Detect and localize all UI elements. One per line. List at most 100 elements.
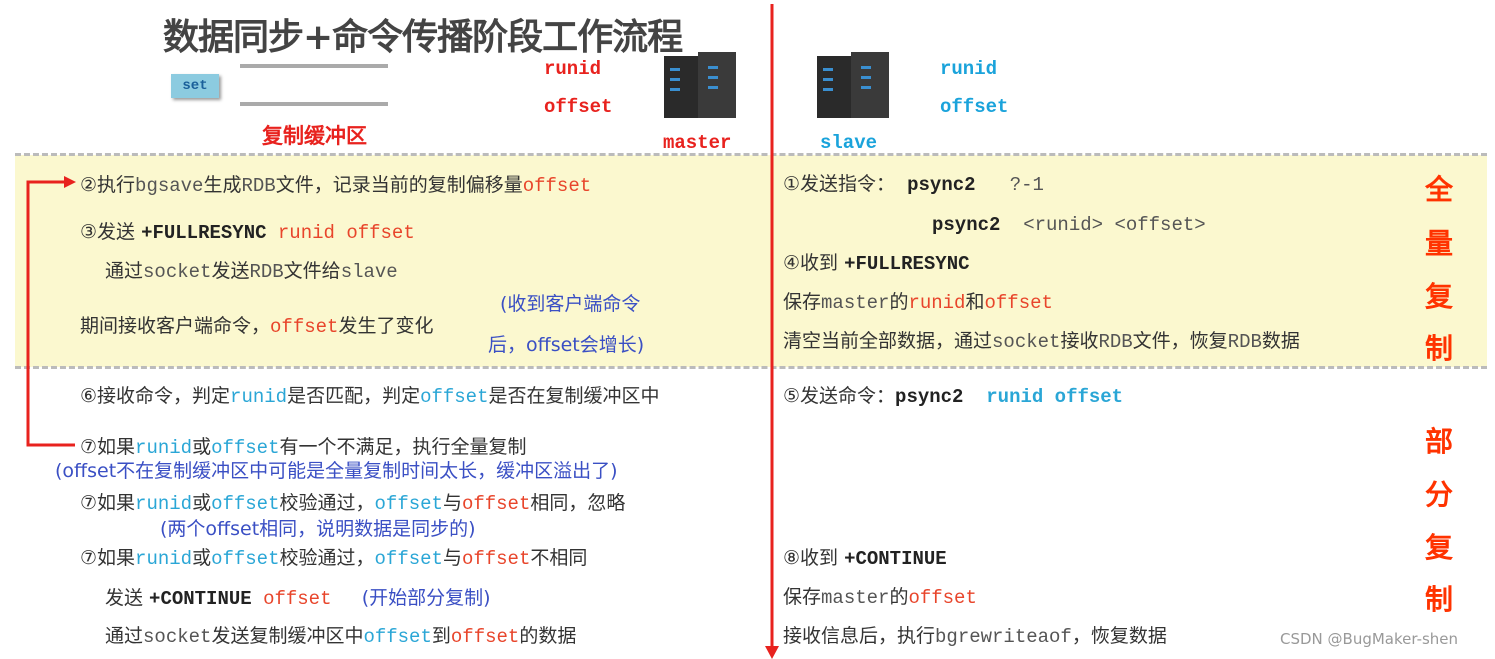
text-segment: offset bbox=[211, 493, 280, 515]
text-segment: 相同，忽略 bbox=[530, 492, 626, 514]
text-segment: 生成 bbox=[203, 174, 242, 196]
text-segment: 保存 bbox=[783, 291, 822, 313]
text-segment: offset bbox=[984, 292, 1053, 314]
text-segment: runid bbox=[135, 493, 193, 515]
text-segment: 发生了变化 bbox=[338, 315, 434, 337]
text-segment: RDB bbox=[1227, 331, 1262, 353]
text-segment: offset bbox=[374, 493, 443, 515]
text-segment: ⑦如果 bbox=[80, 492, 136, 514]
step-line: 接收信息后，执行bgrewriteaof，恢复数据 bbox=[783, 624, 1167, 648]
text-segment: socket bbox=[992, 331, 1061, 353]
text-segment: 与 bbox=[442, 492, 462, 514]
text-segment: master bbox=[821, 292, 890, 314]
text-segment: 保存 bbox=[783, 586, 822, 608]
step-line: ①发送指令： psync2 ?-1 bbox=[783, 172, 1044, 196]
text-segment: ⑦如果 bbox=[80, 547, 136, 569]
text-segment: 发送 bbox=[211, 260, 250, 282]
text-segment: RDB bbox=[249, 261, 284, 283]
text-segment: +CONTINUE bbox=[149, 588, 264, 610]
loop-arrowhead bbox=[64, 176, 76, 188]
text-segment: runid bbox=[908, 292, 966, 314]
text-segment: offset bbox=[363, 626, 432, 648]
text-segment: 的 bbox=[889, 586, 909, 608]
text-segment: (开始部分复制) bbox=[361, 587, 491, 609]
text-segment: ⑦如果 bbox=[80, 436, 136, 458]
side-full-4: 制 bbox=[1425, 332, 1454, 365]
text-segment: offset bbox=[374, 548, 443, 570]
step-line: 保存master的runid和offset bbox=[783, 290, 1053, 314]
step-line: ⑧收到 +CONTINUE bbox=[783, 546, 947, 570]
text-segment bbox=[332, 587, 362, 609]
text-segment: (offset不在复制缓冲区中可能是全量复制时间太长，缓冲区溢出了) bbox=[55, 460, 618, 482]
text-segment: 接收 bbox=[1060, 330, 1099, 352]
text-segment: ③发送 bbox=[80, 221, 142, 243]
text-segment: 和 bbox=[965, 291, 985, 313]
step-line: ②执行bgsave生成RDB文件，记录当前的复制偏移量offset bbox=[80, 173, 591, 197]
text-segment: 是否在复制缓冲区中 bbox=[488, 385, 660, 407]
step-line: 清空当前全部数据，通过socket接收RDB文件，恢复RDB数据 bbox=[783, 329, 1300, 353]
text-segment: +CONTINUE bbox=[844, 548, 947, 570]
text-segment: +FULLRESYNC bbox=[844, 253, 970, 275]
text-segment: ?-1 bbox=[975, 174, 1044, 196]
text-segment: offset bbox=[263, 588, 332, 610]
text-segment: bgsave bbox=[135, 175, 204, 197]
text-segment: 与 bbox=[442, 547, 462, 569]
text-segment: offset bbox=[211, 548, 280, 570]
text-segment: +FULLRESYNC bbox=[141, 222, 278, 244]
text-segment: 有一个不满足，执行全量复制 bbox=[279, 436, 527, 458]
watermark: CSDN @BugMaker-shen bbox=[1280, 630, 1459, 648]
text-segment: offset bbox=[420, 386, 489, 408]
text-segment: socket bbox=[143, 261, 212, 283]
text-segment: runid bbox=[230, 386, 288, 408]
text-segment: ①发送指令： bbox=[783, 173, 908, 195]
text-segment: socket bbox=[143, 626, 212, 648]
text-segment: offset bbox=[461, 493, 531, 515]
text-segment: master bbox=[821, 587, 890, 609]
text-segment: 不相同 bbox=[530, 547, 588, 569]
step-line: ⑤发送命令：psync2 runid offset bbox=[783, 384, 1123, 408]
text-segment: offset bbox=[461, 548, 531, 570]
text-segment: 校验通过， bbox=[279, 492, 375, 514]
text-segment: 文件，恢复 bbox=[1132, 330, 1228, 352]
text-segment: 数据 bbox=[1261, 330, 1300, 352]
text-segment: (收到客户端命令 bbox=[500, 293, 641, 315]
text-segment: offset bbox=[908, 587, 977, 609]
text-segment: offset bbox=[450, 626, 520, 648]
step-line: ⑥接收命令，判定runid是否匹配，判定offset是否在复制缓冲区中 bbox=[80, 384, 660, 408]
step-line: (offset不在复制缓冲区中可能是全量复制时间太长，缓冲区溢出了) bbox=[55, 459, 618, 483]
text-segment: 后，offset会增长) bbox=[488, 334, 645, 356]
side-full-1: 全 bbox=[1425, 173, 1454, 206]
step-line: 通过socket发送复制缓冲区中offset到offset的数据 bbox=[105, 624, 576, 648]
side-partial-4: 制 bbox=[1425, 583, 1454, 616]
text-segment: ②执行 bbox=[80, 174, 136, 196]
step-line: 发送 +CONTINUE offset (开始部分复制) bbox=[105, 586, 491, 610]
side-partial-3: 复 bbox=[1425, 531, 1454, 564]
text-segment: psync2 bbox=[895, 386, 987, 408]
loop-arrow bbox=[26, 180, 75, 447]
text-segment: psync2 bbox=[907, 174, 976, 196]
text-segment: 通过 bbox=[105, 625, 144, 647]
text-segment: 期间接收客户端命令， bbox=[80, 315, 271, 337]
side-partial-1: 部 bbox=[1425, 425, 1454, 458]
side-full-3: 复 bbox=[1425, 280, 1454, 313]
text-segment: runid bbox=[135, 437, 193, 459]
step-line: 期间接收客户端命令，offset发生了变化 bbox=[80, 314, 433, 338]
text-segment: RDB bbox=[241, 175, 276, 197]
step-line: 通过socket发送RDB文件给slave bbox=[105, 259, 398, 283]
step-line: 保存master的offset bbox=[783, 585, 977, 609]
text-segment: ⑥接收命令，判定 bbox=[80, 385, 231, 407]
step-line: ③发送 +FULLRESYNC runid offset bbox=[80, 220, 415, 244]
step-line: 后，offset会增长) bbox=[488, 333, 644, 357]
text-segment: 或 bbox=[192, 436, 212, 458]
text-segment: RDB bbox=[1098, 331, 1133, 353]
text-segment: psync2 bbox=[932, 214, 1001, 236]
text-segment: ④收到 bbox=[783, 252, 845, 274]
text-segment: runid offset bbox=[986, 386, 1124, 408]
step-line: (收到客户端命令 bbox=[500, 292, 640, 316]
step-line: (两个offset相同，说明数据是同步的) bbox=[160, 517, 476, 541]
text-segment: runid bbox=[135, 548, 193, 570]
side-partial-2: 分 bbox=[1425, 478, 1454, 511]
text-segment: offset bbox=[270, 316, 339, 338]
step-line: ⑦如果runid或offset校验通过，offset与offset相同，忽略 bbox=[80, 491, 625, 515]
text-segment: ，恢复数据 bbox=[1071, 625, 1167, 647]
